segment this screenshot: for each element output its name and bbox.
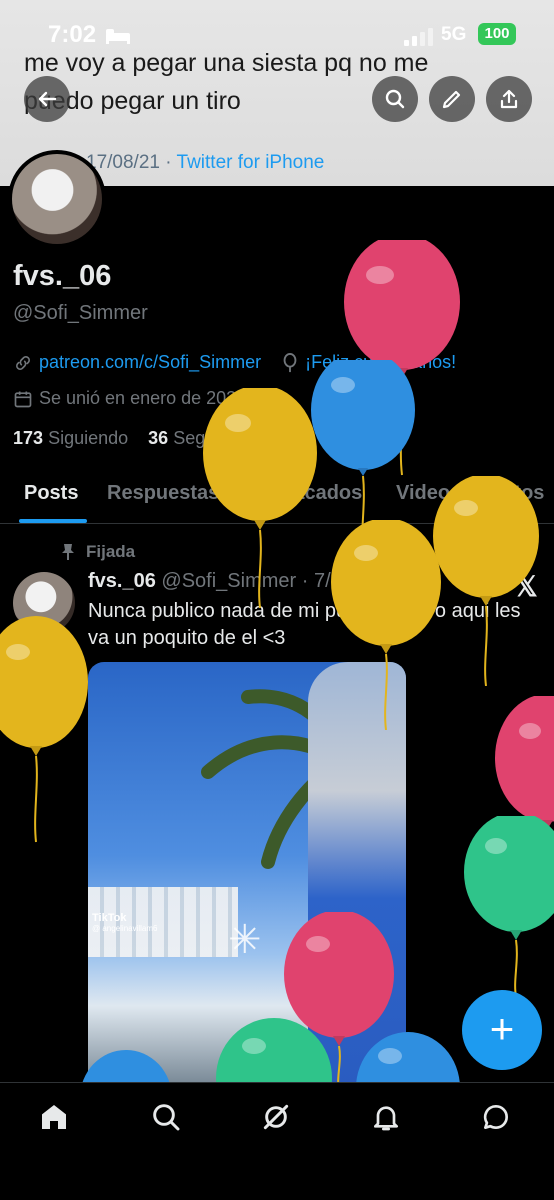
signal-icon	[404, 28, 433, 46]
nav-home[interactable]	[38, 1101, 74, 1137]
home-icon	[42, 1105, 66, 1129]
nav-grok[interactable]	[260, 1101, 296, 1137]
balloon-blue-3	[81, 1050, 171, 1086]
balloon-green-1	[464, 816, 554, 996]
calendar-icon	[14, 391, 32, 407]
pinned-indicator: Fijada	[60, 542, 135, 562]
followers-count: 36	[148, 428, 169, 448]
tiktok-user: @ angelinavillam6	[92, 924, 158, 933]
link-icon	[16, 355, 30, 370]
background-tweet-meta: 17/08/21 · Twitter for iPhone	[86, 152, 324, 174]
compose-post-button[interactable]: +	[462, 990, 542, 1070]
battery-indicator: 100	[478, 23, 516, 45]
tiktok-label: TikTok	[92, 912, 127, 924]
chat-icon	[483, 1104, 508, 1129]
search-button[interactable]	[372, 76, 418, 122]
nav-explore[interactable]	[150, 1101, 186, 1137]
share-icon	[500, 89, 518, 109]
edit-icon	[442, 90, 461, 109]
back-arrow-icon	[38, 91, 57, 107]
profile-name: fvs._06	[13, 260, 112, 292]
status-time: 7:02	[48, 21, 97, 48]
balloon-yellow-3	[331, 520, 441, 730]
balloon-icon	[283, 352, 297, 372]
grok-icon	[263, 1104, 289, 1130]
following-label: Siguiendo	[48, 428, 129, 448]
sleep-icon	[104, 25, 132, 51]
meta-separator: ·	[165, 152, 172, 173]
nav-notifications[interactable]	[370, 1101, 406, 1137]
network-label: 5G	[441, 24, 467, 45]
nav-messages[interactable]	[480, 1101, 516, 1137]
balloon-blue-2	[356, 1032, 460, 1086]
edit-button[interactable]	[429, 76, 475, 122]
balloon-yellow-4	[0, 616, 88, 843]
bottom-navigation	[0, 1082, 554, 1200]
search-icon	[385, 89, 405, 109]
profile-link[interactable]: patreon.com/c/Sofi_Simmer	[39, 352, 261, 373]
pin-icon	[62, 544, 74, 560]
pinned-label: Fijada	[86, 542, 136, 561]
tweet-author-name[interactable]: fvs._06	[88, 570, 156, 592]
balloon-yellow-2	[433, 476, 539, 686]
loading-spinner-icon: ✳	[228, 918, 262, 962]
following-link[interactable]: 173 Siguiendo	[13, 428, 128, 448]
profile-avatar[interactable]	[8, 150, 106, 248]
balloon-green-2	[216, 1018, 332, 1086]
share-button[interactable]	[486, 76, 532, 122]
status-bar: 7:02 5G 100	[0, 18, 554, 54]
balloon-yellow-1	[203, 388, 317, 608]
explore-icon	[153, 1104, 180, 1131]
tab-posts[interactable]: Posts	[24, 482, 78, 505]
tiktok-watermark: TikTok @ angelinavillam6	[92, 912, 158, 933]
active-tab-indicator	[19, 519, 87, 523]
background-tweet-source: Twitter for iPhone	[176, 152, 325, 173]
profile-handle: @Sofi_Simmer	[13, 302, 148, 324]
following-count: 173	[13, 428, 44, 448]
back-button[interactable]	[24, 76, 70, 122]
bell-icon	[374, 1106, 398, 1131]
